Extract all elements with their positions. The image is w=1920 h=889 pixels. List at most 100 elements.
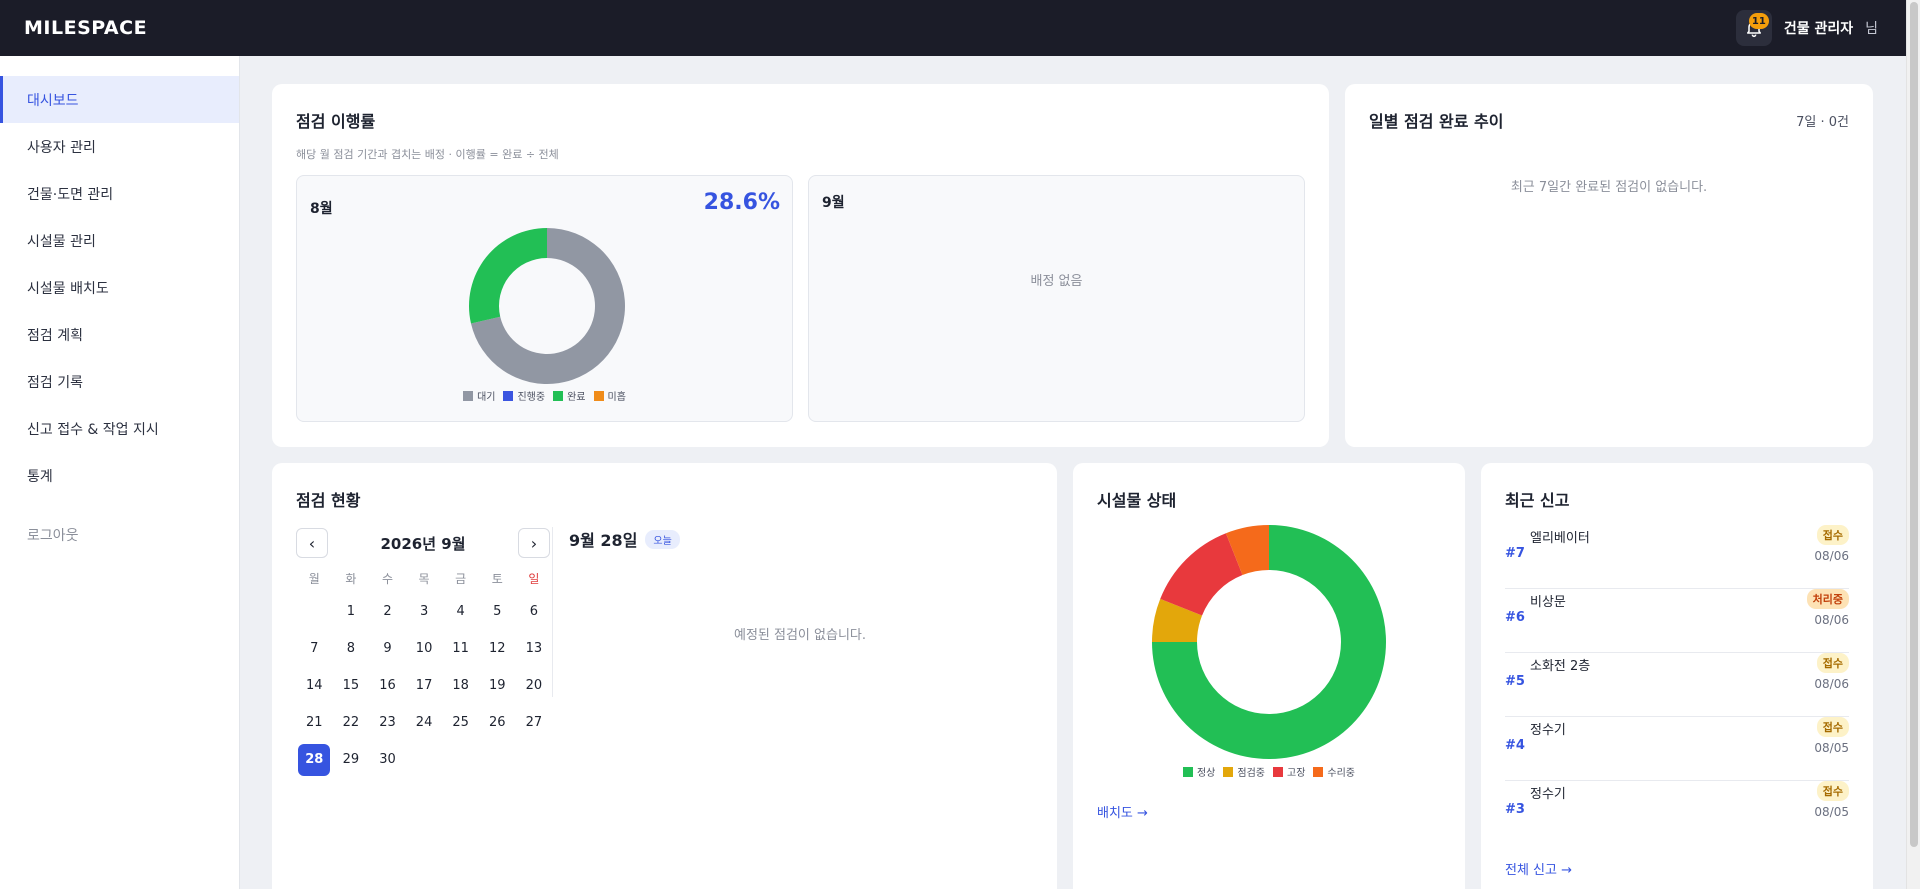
calendar-day[interactable]: 14 xyxy=(296,667,333,704)
calendar-empty-cell xyxy=(296,593,333,630)
calendar-day[interactable]: 25 xyxy=(442,704,479,741)
report-row[interactable]: #7 엘리베이터 접수 08/06 xyxy=(1505,525,1849,589)
report-title: 정수기 xyxy=(1530,723,1566,738)
calendar-day[interactable]: 28 xyxy=(296,741,333,778)
calendar-day[interactable]: 6 xyxy=(516,593,553,630)
calendar-day[interactable]: 10 xyxy=(406,630,443,667)
calendar-day[interactable]: 21 xyxy=(296,704,333,741)
recent-reports-title: 최근 신고 xyxy=(1505,491,1570,510)
calendar-day[interactable]: 17 xyxy=(406,667,443,704)
calendar-day[interactable]: 18 xyxy=(442,667,479,704)
calendar-day[interactable]: 5 xyxy=(479,593,516,630)
calendar-day[interactable]: 19 xyxy=(479,667,516,704)
calendar-day[interactable]: 2 xyxy=(369,593,406,630)
august-donut-chart xyxy=(469,228,625,388)
report-row[interactable]: #6 비상문 처리중 08/06 xyxy=(1505,589,1849,653)
calendar-day[interactable]: 13 xyxy=(516,630,553,667)
calendar-weekday: 화 xyxy=(345,571,357,586)
status-badge: 접수 xyxy=(1816,653,1849,673)
report-number: #3 xyxy=(1505,802,1525,817)
report-title: 정수기 xyxy=(1530,787,1566,802)
report-number: #4 xyxy=(1505,738,1525,753)
brand-logo[interactable]: MILESPACE xyxy=(24,17,147,39)
legend-swatch xyxy=(1313,766,1324,777)
scrollbar-thumb[interactable] xyxy=(1910,2,1918,847)
report-row[interactable]: #5 소화전 2층 접수 08/06 xyxy=(1505,653,1849,717)
calendar-grid: 월 화 수 목 금 토 일 1 2 3 4 5 6 7 8 9 10 11 12 13 14 15 16 17 18 19 20 21… xyxy=(296,563,550,778)
month-title: 8월 xyxy=(310,201,333,217)
calendar-day[interactable]: 20 xyxy=(516,667,553,704)
calendar-day[interactable]: 9 xyxy=(369,630,406,667)
legend-swatch xyxy=(1223,766,1234,777)
report-row[interactable]: #3 정수기 접수 08/05 xyxy=(1505,781,1849,845)
legend-item: 정상 xyxy=(1182,764,1215,779)
calendar-header: ‹ 2026년 9월 › xyxy=(296,527,550,559)
calendar-day[interactable]: 16 xyxy=(369,667,406,704)
calendar-day[interactable]: 24 xyxy=(406,704,443,741)
facility-donut-svg xyxy=(1152,525,1386,759)
sidebar-item-statistics[interactable]: 통계 xyxy=(0,452,239,499)
facility-status-title: 시설물 상태 xyxy=(1097,491,1177,510)
august-legend: 대기 진행중 완료 미흡 xyxy=(297,388,792,403)
logout-link[interactable]: 로그아웃 xyxy=(0,523,239,547)
calendar-day[interactable]: 11 xyxy=(442,630,479,667)
legend-item: 점검중 xyxy=(1223,764,1265,779)
report-number: #5 xyxy=(1505,674,1525,689)
layout-map-link[interactable]: 배치도 → xyxy=(1097,802,1148,821)
calendar-day[interactable]: 3 xyxy=(406,593,443,630)
sidebar-item-facilities[interactable]: 시설물 관리 xyxy=(0,217,239,264)
report-title: 엘리베이터 xyxy=(1530,531,1590,546)
day-schedule-panel: 9월 28일 오늘 예정된 점검이 없습니다. xyxy=(569,527,1033,643)
legend-swatch xyxy=(553,390,564,401)
inspection-rate-subtitle: 해당 월 점검 기간과 겹치는 배정 · 이행률 = 완료 ÷ 전체 xyxy=(296,148,559,161)
sidebar-item-inspection-plan[interactable]: 점검 계획 xyxy=(0,311,239,358)
legend-item: 고장 xyxy=(1273,764,1305,779)
report-date: 08/06 xyxy=(1814,549,1849,563)
calendar-weekday: 금 xyxy=(455,571,467,586)
daily-trend-header: 일별 점검 완료 추이 7일 · 0건 xyxy=(1369,108,1849,132)
calendar-day[interactable]: 23 xyxy=(369,704,406,741)
calendar-day[interactable]: 1 xyxy=(333,593,370,630)
facility-legend: 정상 점검중 고장 수리중 xyxy=(1073,764,1465,779)
facility-status-card: 시설물 상태 정상 점검중 고장 수리중 배치도 → xyxy=(1073,463,1465,889)
report-date: 08/06 xyxy=(1814,613,1849,627)
calendar-day[interactable]: 29 xyxy=(333,741,370,778)
calendar-day[interactable]: 22 xyxy=(333,704,370,741)
daily-trend-card: 일별 점검 완료 추이 7일 · 0건 최근 7일간 완료된 점검이 없습니다. xyxy=(1345,84,1873,447)
calendar-weekday: 일 xyxy=(528,571,540,586)
calendar-day[interactable]: 8 xyxy=(333,630,370,667)
legend-label: 미흡 xyxy=(607,392,626,403)
sidebar-item-buildings[interactable]: 건물·도면 관리 xyxy=(0,170,239,217)
sidebar-item-users[interactable]: 사용자 관리 xyxy=(0,123,239,170)
page-scrollbar[interactable] xyxy=(1906,0,1920,889)
report-date: 08/06 xyxy=(1814,677,1849,691)
sidebar-item-facility-layout[interactable]: 시설물 배치도 xyxy=(0,264,239,311)
calendar-day[interactable]: 12 xyxy=(479,630,516,667)
all-reports-link[interactable]: 전체 신고 → xyxy=(1505,859,1572,878)
calendar-day[interactable]: 7 xyxy=(296,630,333,667)
calendar-day[interactable]: 26 xyxy=(479,704,516,741)
calendar-day[interactable]: 27 xyxy=(516,704,553,741)
no-schedule-text: 예정된 점검이 없습니다. xyxy=(734,628,866,643)
inspection-status-title: 점검 현황 xyxy=(296,491,361,510)
august-donut-svg xyxy=(469,228,625,384)
sidebar-item-reports[interactable]: 신고 접수 & 작업 지시 xyxy=(0,405,239,452)
sidebar-item-inspection-records[interactable]: 점검 기록 xyxy=(0,358,239,405)
report-row[interactable]: #4 정수기 접수 08/05 xyxy=(1505,717,1849,781)
legend-swatch xyxy=(1273,766,1283,777)
daily-trend-meta: 7일 · 0건 xyxy=(1796,114,1849,130)
legend-label: 고장 xyxy=(1287,768,1306,779)
next-month-button[interactable]: › xyxy=(517,528,550,558)
calendar-day[interactable]: 15 xyxy=(333,667,370,704)
calendar-day-selected[interactable]: 28 xyxy=(298,743,331,776)
legend-label: 대기 xyxy=(477,392,496,403)
inspection-status-card: 점검 현황 ‹ 2026년 9월 › 월 화 수 목 금 토 일 1 2 3 4 5 6 7 8 9 10 11 1… xyxy=(272,463,1057,889)
prev-month-button[interactable]: ‹ xyxy=(296,528,328,558)
legend-item: 미흡 xyxy=(593,388,626,403)
calendar-day[interactable]: 30 xyxy=(369,741,406,778)
calendar-day[interactable]: 4 xyxy=(442,593,479,630)
legend-swatch xyxy=(503,390,514,401)
sidebar-item-dashboard[interactable]: 대시보드 xyxy=(0,76,239,123)
status-badge: 처리중 xyxy=(1806,589,1849,609)
notification-button[interactable]: 11 xyxy=(1735,10,1772,46)
